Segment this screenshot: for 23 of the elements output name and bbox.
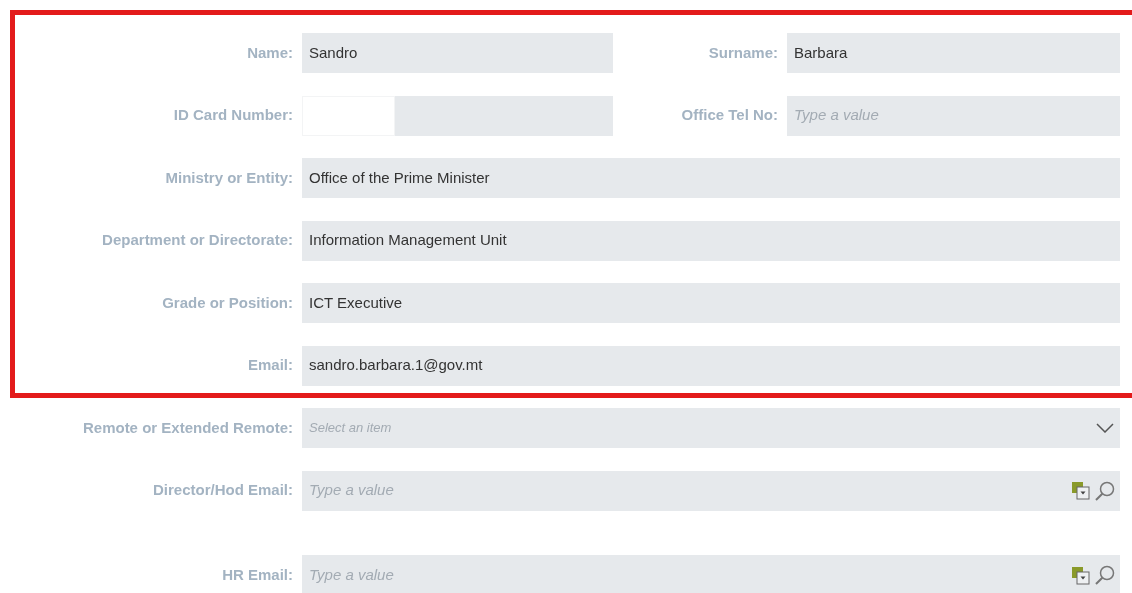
- field-label: Grade or Position:: [161, 292, 293, 313]
- field-label: Office Tel No:: [680, 105, 778, 126]
- list-picker-icon[interactable]: [1071, 481, 1090, 500]
- input-field[interactable]: [302, 95, 613, 136]
- input-field[interactable]: Office of the Prime Minister: [302, 158, 1120, 198]
- input-field[interactable]: Information Management Unit: [302, 220, 1120, 261]
- list-picker-icon[interactable]: [1071, 565, 1090, 585]
- field-label: ID Card Number:: [172, 105, 293, 126]
- field-label: Remote or Extended Remote:: [81, 417, 293, 438]
- search-icon[interactable]: [1094, 479, 1116, 502]
- input-field[interactable]: Barbara: [787, 33, 1120, 73]
- field-label: Email:: [247, 355, 293, 376]
- field-label: Name:: [246, 42, 293, 63]
- field-label: HR Email:: [221, 564, 293, 585]
- field-label: Department or Directorate:: [101, 230, 293, 251]
- field-label: Surname:: [707, 42, 778, 63]
- field-label: Ministry or Entity:: [164, 167, 293, 188]
- field-label: Director/Hod Email:: [151, 480, 293, 501]
- chevron-down-icon[interactable]: [1096, 423, 1114, 433]
- input-field[interactable]: ICT Executive: [302, 283, 1120, 323]
- input-field[interactable]: Sandro: [302, 33, 613, 73]
- input-field[interactable]: sandro.barbara.1@gov.mt: [302, 345, 1120, 386]
- search-icon[interactable]: [1094, 564, 1116, 586]
